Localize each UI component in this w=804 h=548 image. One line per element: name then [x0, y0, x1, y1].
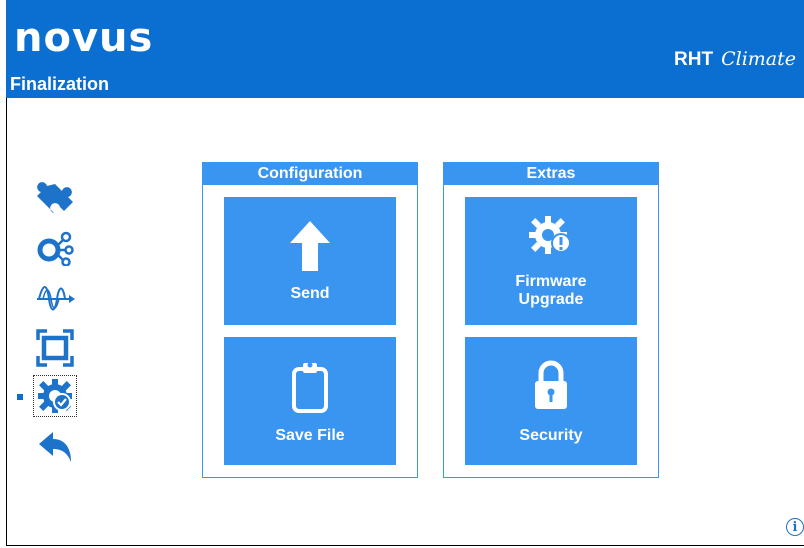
- firmware-label-line1: Firmware: [515, 273, 587, 290]
- signal-wave-icon: [37, 286, 75, 311]
- puzzle-icon: [37, 182, 73, 213]
- save-file-label: Save File: [275, 427, 345, 444]
- security-label: Security: [519, 427, 583, 444]
- clipboard-icon: [224, 359, 396, 415]
- nav-puzzle-button[interactable]: [34, 180, 76, 220]
- frame-icon: [36, 329, 74, 367]
- nav-finalization-button[interactable]: [33, 375, 77, 417]
- product-name-script: Climate: [721, 48, 796, 70]
- selected-indicator: [17, 394, 23, 400]
- extras-title: Extras: [444, 163, 658, 185]
- product-name-bold: RHT: [674, 49, 714, 70]
- configuration-panel: Configuration Send Save File: [202, 162, 418, 478]
- network-icon: [37, 231, 74, 266]
- upload-arrow-icon: [224, 219, 396, 273]
- configuration-title: Configuration: [203, 163, 417, 185]
- extras-panel: Extras Firmware Upgrade Security: [443, 162, 659, 478]
- novus-logo: novus: [14, 15, 154, 61]
- product-name: RHT Climate: [674, 48, 796, 71]
- lock-icon: [465, 359, 637, 411]
- back-arrow-icon: [39, 432, 71, 462]
- page-title: Finalization: [10, 74, 109, 94]
- nav-signal-button[interactable]: [34, 276, 76, 316]
- save-file-button[interactable]: Save File: [224, 337, 396, 465]
- nav-frame-button[interactable]: [34, 328, 76, 368]
- firmware-label-line2: Upgrade: [518, 291, 584, 308]
- info-icon[interactable]: i: [786, 518, 804, 536]
- nav-network-button[interactable]: [34, 228, 76, 268]
- firmware-upgrade-button[interactable]: Firmware Upgrade: [465, 197, 637, 325]
- security-button[interactable]: Security: [465, 337, 637, 465]
- send-button[interactable]: Send: [224, 197, 396, 325]
- content-bottom-border: [6, 545, 804, 546]
- gear-warning-icon: [465, 213, 637, 259]
- content-left-border: [6, 98, 7, 546]
- gear-check-icon: [38, 379, 72, 413]
- nav-back-button[interactable]: [34, 428, 76, 468]
- send-label: Send: [290, 285, 330, 302]
- app-header: novus Finalization RHT Climate: [6, 0, 804, 98]
